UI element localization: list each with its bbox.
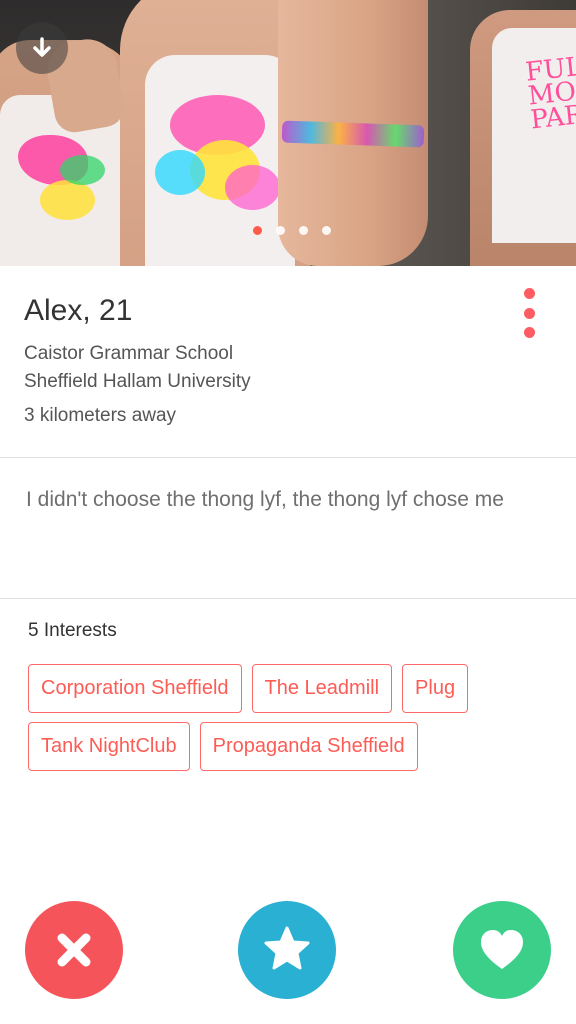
more-options-button[interactable] [516,288,542,338]
profile-photo[interactable]: FULL MOO PAR [0,0,576,266]
profile-info: Alex, 21 Caistor Grammar School Sheffiel… [24,294,524,427]
more-dot-icon [523,288,535,299]
profile-schools: Caistor Grammar School Sheffield Hallam … [24,340,524,396]
profile-bio: I didn't choose the thong lyf, the thong… [26,488,504,511]
photo-carousel-indicator[interactable] [0,226,576,235]
super-like-button[interactable] [238,901,336,999]
school-item: Caistor Grammar School [24,343,234,364]
divider [0,457,576,458]
close-icon [57,933,91,967]
carousel-dot[interactable] [276,226,285,235]
interests-list: Corporation Sheffield The Leadmill Plug … [28,664,558,771]
interest-tag[interactable]: Tank NightClub [28,722,190,771]
interest-tag[interactable]: Plug [402,664,469,713]
interests-title: 5 Interests [28,620,117,641]
star-icon [264,926,310,976]
carousel-dot[interactable] [299,226,308,235]
paint-splash [40,180,95,220]
interest-tag[interactable]: The Leadmill [251,664,393,713]
paint-splash [225,165,280,210]
interest-tag[interactable]: Propaganda Sheffield [199,722,418,771]
interest-tag[interactable]: Corporation Sheffield [28,664,242,713]
heart-icon [481,930,523,969]
photo-tank-right-text: FULL MOO PAR [524,50,576,136]
school-item: Sheffield Hallam University [24,371,251,392]
carousel-dot[interactable] [253,226,262,235]
paint-splash [60,155,105,185]
profile-name-age: Alex, 21 [24,294,133,327]
like-button[interactable] [453,901,551,999]
carousel-dot[interactable] [322,226,331,235]
more-dot-icon [523,307,535,319]
more-dot-icon [523,327,535,338]
arrow-down-icon [33,37,51,57]
collapse-profile-button[interactable] [16,22,68,74]
nope-button[interactable] [25,901,123,999]
divider [0,598,576,599]
profile-distance: 3 kilometers away [24,405,177,426]
paint-splash [155,150,205,195]
